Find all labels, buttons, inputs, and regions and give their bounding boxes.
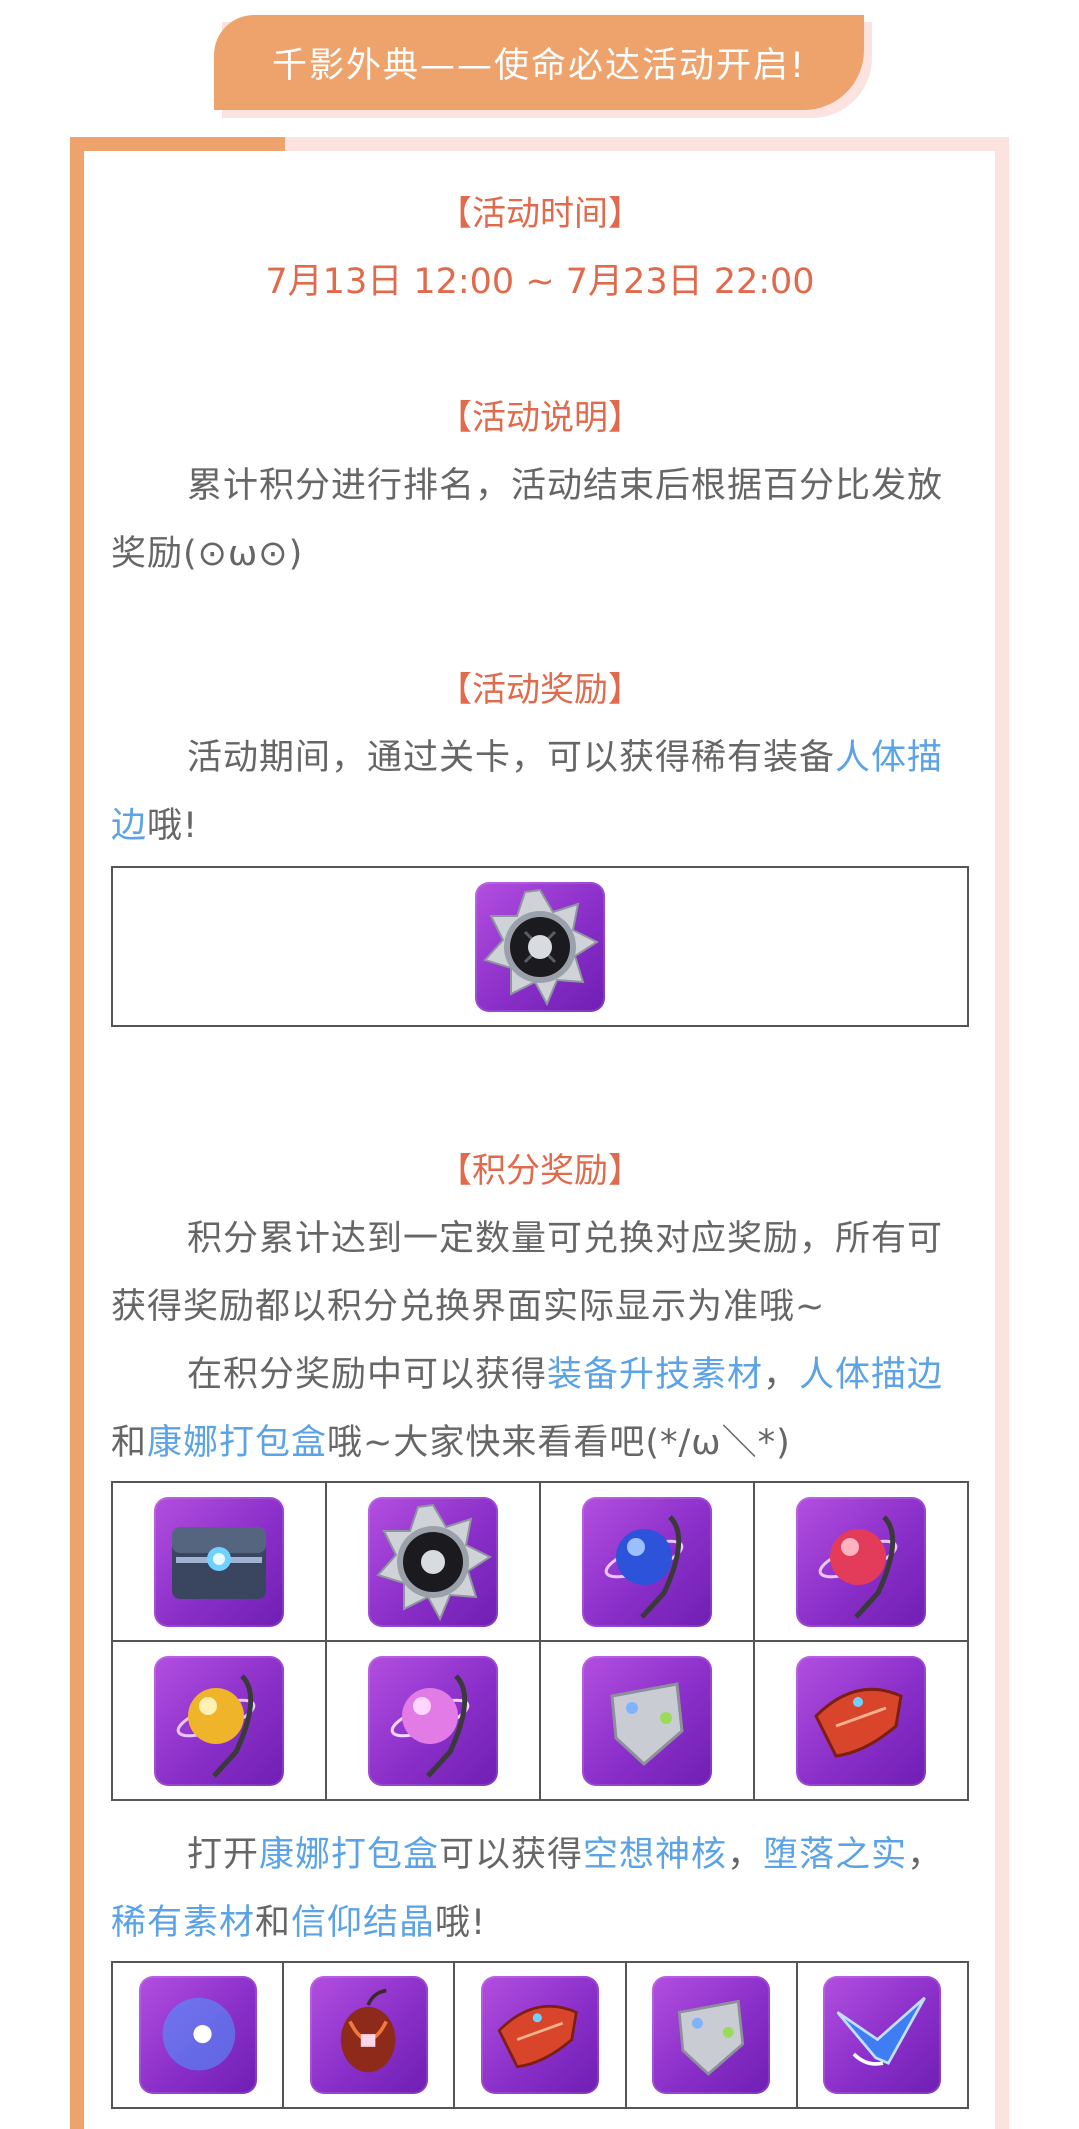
box-sep-2: ，: [907, 1835, 944, 1875]
link-kanna-box-2[interactable]: 康娜打包盒: [259, 1835, 439, 1875]
box-text-open: 打开: [187, 1835, 260, 1875]
blue-orb-icon[interactable]: [582, 1496, 712, 1627]
article-content: 【活动时间】 7月13日 12:00 ~ 7月23日 22:00 【活动说明】 …: [110, 180, 970, 2109]
badge-icon[interactable]: [475, 881, 605, 1012]
box-text-get: 可以获得: [439, 1835, 584, 1875]
blue-crystal-icon[interactable]: [823, 1976, 942, 2094]
table-cell: [325, 1481, 541, 1642]
points-text-end: 哦~大家快来看看吧(*/ω＼*): [327, 1423, 791, 1463]
table-cell: [624, 1961, 798, 2109]
fallen-fruit-icon[interactable]: [309, 1976, 428, 2094]
panel-border-left: [70, 137, 84, 2129]
pink-orb-icon[interactable]: [368, 1655, 498, 1786]
crescent-core-icon[interactable]: [138, 1976, 257, 2094]
table-row: [111, 1481, 969, 1642]
table-cell: [110, 1961, 285, 2109]
points-text-2: 在积分奖励中可以获得装备升技素材，人体描边和康娜打包盒哦~大家快来看看吧(*/ω…: [111, 1341, 969, 1477]
table-cell: [325, 1640, 541, 1801]
points-reward-table: [111, 1481, 969, 1801]
link-kanna-box[interactable]: 康娜打包盒: [147, 1423, 327, 1463]
section-title-time: 【活动时间】: [438, 194, 642, 234]
yellow-orb-icon[interactable]: [154, 1655, 284, 1786]
table-cell: [282, 1961, 456, 2109]
box-text-end: 哦!: [435, 1903, 487, 1943]
chest-icon[interactable]: [154, 1496, 284, 1627]
reward-text: 活动期间，通过关卡，可以获得稀有装备人体描边哦!: [111, 724, 969, 860]
page-title: 千影外典——使命必达活动开启!: [271, 46, 807, 86]
points-sep: ，: [763, 1355, 800, 1395]
points-text-part: 在积分奖励中可以获得: [187, 1355, 548, 1395]
panel-border-top-right: [285, 137, 1009, 151]
reward-item-box: [111, 866, 969, 1027]
red-shard-icon[interactable]: [480, 1976, 599, 2094]
box-sep-1: ，: [727, 1835, 764, 1875]
silver-shard-icon[interactable]: [582, 1655, 712, 1786]
table-row: [110, 1961, 970, 2109]
link-fantasy-core[interactable]: 空想神核: [583, 1835, 727, 1875]
table-row: [111, 1640, 969, 1801]
link-faith-crystal[interactable]: 信仰结晶: [291, 1903, 435, 1943]
section-title-description: 【活动说明】: [438, 398, 642, 438]
table-cell: [539, 1481, 755, 1642]
table-cell: [111, 1481, 327, 1642]
table-cell: [753, 1640, 969, 1801]
box-contents-text: 打开康娜打包盒可以获得空想神核，堕落之实，稀有素材和信仰结晶哦!: [111, 1821, 969, 1957]
reward-text-end: 哦!: [147, 806, 199, 846]
header-tab: 千影外典——使命必达活动开启!: [214, 15, 864, 110]
link-rare-material[interactable]: 稀有素材: [111, 1903, 255, 1943]
panel-border-right: [995, 137, 1009, 2129]
description-text: 累计积分进行排名，活动结束后根据百分比发放奖励(⊙ω⊙): [111, 466, 944, 574]
box-contents-table: [110, 1961, 970, 2109]
event-time-range: 7月13日 12:00 ~ 7月23日 22:00: [265, 262, 815, 302]
points-text-1: 积分累计达到一定数量可兑换对应奖励，所有可获得奖励都以积分兑换界面实际显示为准哦…: [111, 1219, 944, 1327]
link-fallen-fruit[interactable]: 堕落之实: [763, 1835, 907, 1875]
section-title-reward: 【活动奖励】: [438, 670, 642, 710]
red-orb-icon[interactable]: [796, 1496, 926, 1627]
reward-text-part: 活动期间，通过关卡，可以获得稀有装备: [187, 738, 836, 778]
table-cell: [453, 1961, 627, 2109]
silver-shard-icon[interactable]: [652, 1976, 771, 2094]
box-text-and: 和: [255, 1903, 292, 1943]
table-cell: [539, 1640, 755, 1801]
table-cell: [753, 1481, 969, 1642]
link-upgrade-material[interactable]: 装备升技素材: [547, 1355, 763, 1395]
table-cell: [111, 1640, 327, 1801]
section-title-points: 【积分奖励】: [438, 1151, 642, 1191]
red-shard-icon[interactable]: [796, 1655, 926, 1786]
table-cell: [795, 1961, 970, 2109]
link-human-outline-2[interactable]: 人体描边: [799, 1355, 943, 1395]
badge-icon[interactable]: [368, 1496, 498, 1627]
panel-border-top-left: [70, 137, 285, 151]
points-and: 和: [111, 1423, 148, 1463]
